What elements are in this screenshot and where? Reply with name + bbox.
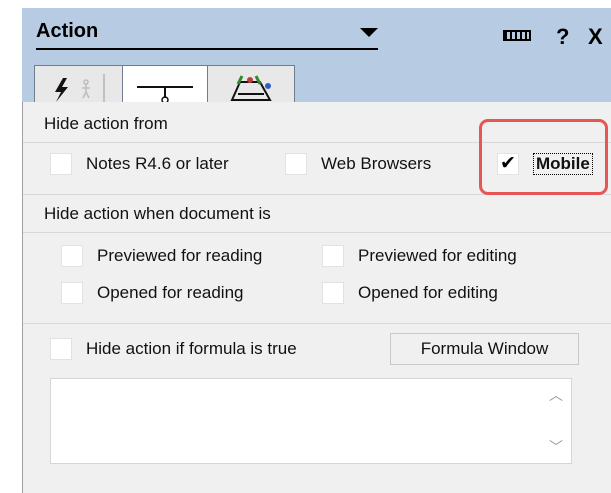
previewed-reading-label: Previewed for reading	[97, 246, 263, 265]
hide-web-browsers-checkbox[interactable]	[285, 153, 307, 175]
opened-reading-checkbox[interactable]	[61, 282, 83, 304]
help-icon[interactable]: ?	[556, 24, 569, 50]
hide-notes-r46-checkbox[interactable]	[50, 153, 72, 175]
formula-input[interactable]: ︿ ﹀	[50, 378, 572, 464]
previewed-reading-checkbox[interactable]	[61, 245, 83, 267]
formula-checkbox-row[interactable]: Hide action if formula is true	[50, 338, 297, 360]
opened-reading-checkbox-row[interactable]: Opened for reading	[61, 282, 244, 304]
keyboard-icon[interactable]	[503, 30, 531, 41]
action-dropdown[interactable]: Action	[36, 18, 378, 50]
scroll-down-icon[interactable]: ﹀	[549, 437, 563, 457]
highlight-annotation	[479, 119, 608, 195]
hide-when-doc-label: Hide action when document is	[44, 204, 271, 223]
hide-web-browsers-label: Web Browsers	[321, 154, 432, 173]
previewed-editing-checkbox[interactable]	[322, 245, 344, 267]
close-icon[interactable]: X	[588, 24, 603, 50]
scroll-up-icon[interactable]: ︿	[549, 385, 563, 405]
chevron-down-icon	[360, 28, 378, 37]
formula-checkbox-label: Hide action if formula is true	[86, 339, 297, 358]
opened-editing-checkbox-row[interactable]: Opened for editing	[322, 282, 498, 304]
previewed-editing-label: Previewed for editing	[358, 246, 517, 265]
hide-notes-r46-label: Notes R4.6 or later	[86, 154, 229, 173]
action-properties-panel: Action ? X Hide action from Notes R4.6 o…	[0, 0, 611, 493]
panel-title: Action	[36, 20, 99, 42]
divider	[23, 323, 611, 324]
hide-web-browsers-checkbox-row[interactable]: Web Browsers	[285, 153, 431, 175]
divider	[23, 232, 611, 233]
formula-window-button[interactable]: Formula Window	[390, 333, 579, 365]
previewed-reading-checkbox-row[interactable]: Previewed for reading	[61, 245, 262, 267]
panel-header: Action ? X	[22, 8, 611, 111]
hide-notes-r46-checkbox-row[interactable]: Notes R4.6 or later	[50, 153, 229, 175]
opened-reading-label: Opened for reading	[97, 283, 244, 302]
formula-checkbox[interactable]	[50, 338, 72, 360]
hide-from-label: Hide action from	[44, 114, 168, 133]
opened-editing-label: Opened for editing	[358, 283, 498, 302]
previewed-editing-checkbox-row[interactable]: Previewed for editing	[322, 245, 517, 267]
opened-editing-checkbox[interactable]	[322, 282, 344, 304]
